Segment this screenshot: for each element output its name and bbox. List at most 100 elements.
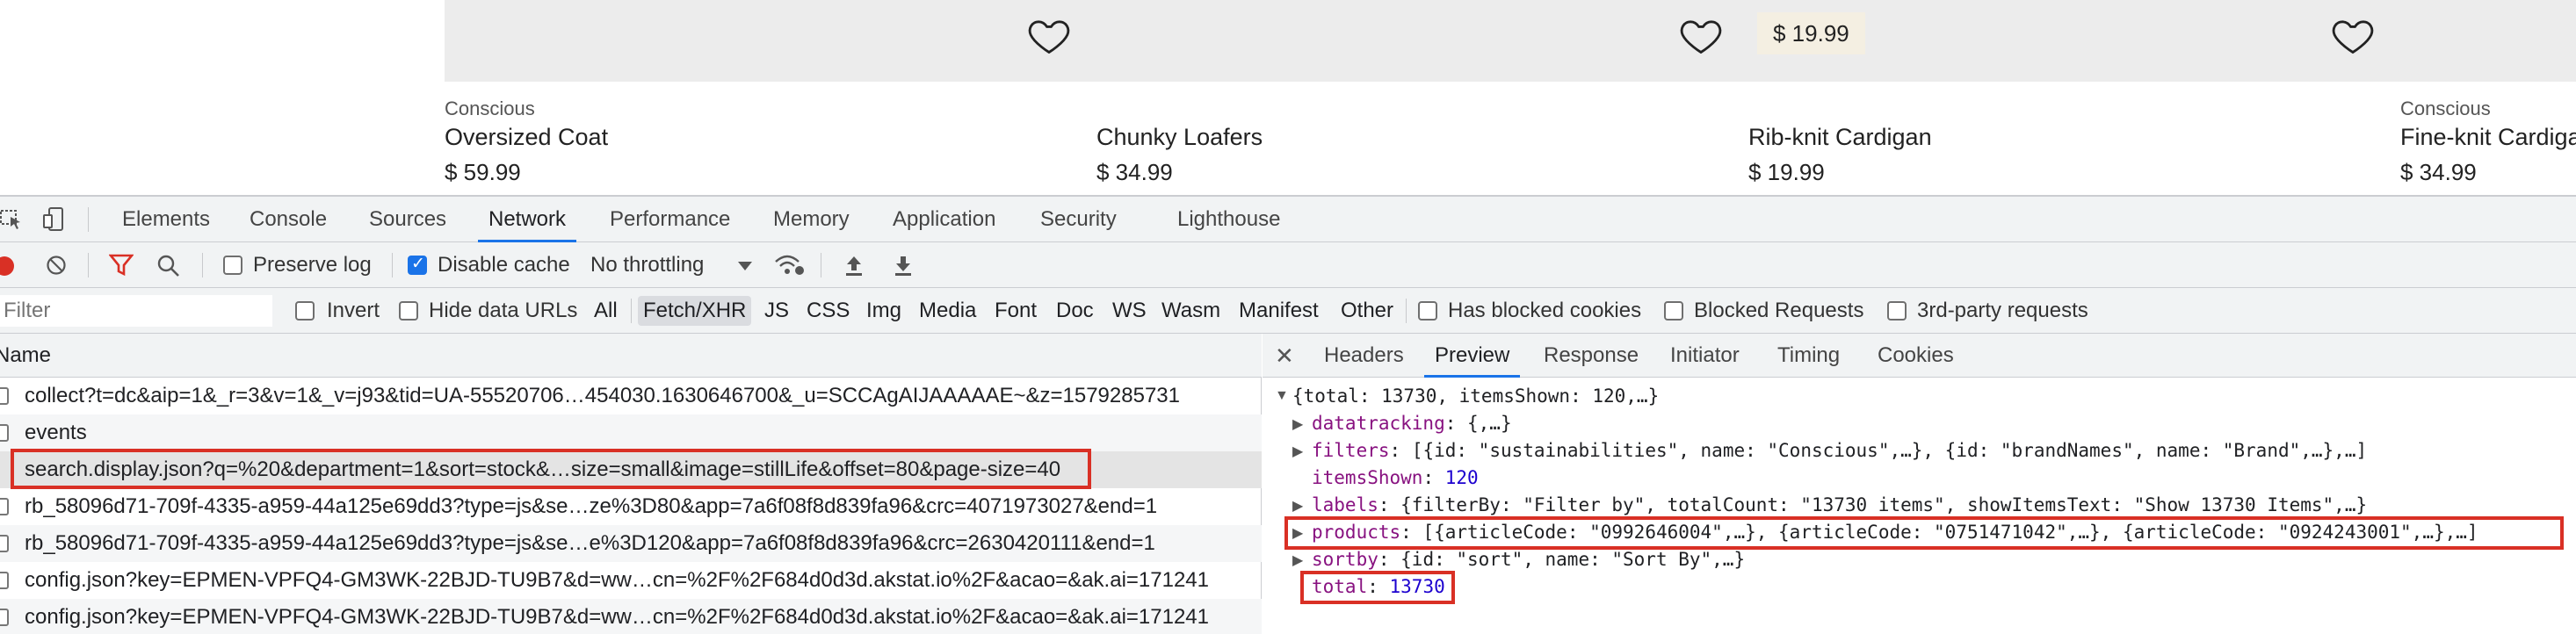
- product-image[interactable]: [2400, 0, 2576, 82]
- product-image[interactable]: [1096, 0, 1750, 82]
- tab-headers[interactable]: Headers: [1324, 334, 1404, 378]
- device-toolbar-icon[interactable]: [42, 206, 65, 233]
- inspect-element-icon[interactable]: [0, 208, 23, 231]
- json-property[interactable]: itemsShown: 120: [1312, 465, 1479, 492]
- request-list-header[interactable]: Name: [0, 334, 1262, 378]
- product-name[interactable]: Rib-knit Cardigan: [1748, 124, 1932, 151]
- type-filter-fetch-xhr[interactable]: Fetch/XHR: [638, 296, 752, 326]
- column-name-header[interactable]: Name: [0, 334, 51, 378]
- network-conditions-icon[interactable]: [773, 253, 805, 277]
- disable-cache-label[interactable]: Disable cache: [438, 242, 570, 288]
- has-blocked-cookies-label[interactable]: Has blocked cookies: [1448, 288, 1641, 334]
- invert-label[interactable]: Invert: [327, 288, 380, 334]
- preserve-log-label[interactable]: Preserve log: [253, 242, 372, 288]
- json-property[interactable]: datatracking: {,…}: [1312, 410, 1512, 437]
- tab-performance[interactable]: Performance: [610, 197, 730, 242]
- product-card[interactable]: $ 19.99 Rib-knit Cardigan $ 19.99: [1748, 0, 2402, 195]
- third-party-label[interactable]: 3rd-party requests: [1917, 288, 2088, 334]
- record-icon[interactable]: [0, 256, 14, 276]
- request-checkbox[interactable]: [0, 609, 9, 626]
- network-filterbar: Invert Hide data URLs All Fetch/XHR JS C…: [0, 288, 2576, 334]
- request-name[interactable]: rb_58096d71-709f-4335-a959-44a125e69dd3?…: [25, 525, 1155, 562]
- type-filter-wasm[interactable]: Wasm: [1156, 296, 1226, 326]
- json-property[interactable]: labels: {filterBy: "Filter by", totalCou…: [1312, 492, 2367, 519]
- product-card[interactable]: Chunky Loafers $ 34.99: [1096, 0, 1750, 195]
- preserve-log-checkbox[interactable]: [223, 256, 242, 275]
- blocked-requests-checkbox[interactable]: [1664, 301, 1683, 321]
- type-filter-css[interactable]: CSS: [801, 296, 855, 326]
- type-filter-font[interactable]: Font: [989, 296, 1042, 326]
- favorite-heart-icon[interactable]: [1678, 12, 1724, 58]
- tab-elements[interactable]: Elements: [122, 197, 210, 242]
- type-filter-ws[interactable]: WS: [1107, 296, 1152, 326]
- tab-timing[interactable]: Timing: [1777, 334, 1840, 378]
- json-property[interactable]: sortby: {id: "sort", name: "Sort By",…}: [1312, 546, 1745, 573]
- filter-icon[interactable]: [108, 254, 134, 277]
- json-root[interactable]: {total: 13730, itemsShown: 120,…}: [1292, 383, 1659, 410]
- tab-initiator[interactable]: Initiator: [1670, 334, 1740, 378]
- product-card[interactable]: Conscious Fine-knit Cardigan $ 34.99: [2400, 0, 2576, 195]
- blocked-requests-label[interactable]: Blocked Requests: [1694, 288, 1863, 334]
- favorite-heart-icon[interactable]: [1026, 12, 1072, 58]
- type-filter-doc[interactable]: Doc: [1051, 296, 1099, 326]
- tab-cookies[interactable]: Cookies: [1878, 334, 1954, 378]
- request-row[interactable]: collect?t=dc&aip=1&_r=3&v=1&_v=j93&tid=U…: [0, 378, 1262, 414]
- tab-network[interactable]: Network: [477, 197, 577, 242]
- expand-triangle-icon[interactable]: ▶: [1292, 415, 1303, 433]
- collapse-triangle-icon[interactable]: ▼: [1275, 388, 1289, 404]
- request-row[interactable]: rb_58096d71-709f-4335-a959-44a125e69dd3?…: [0, 525, 1262, 562]
- request-row[interactable]: config.json?key=EPMEN-VPFQ4-GM3WK-22BJD-…: [0, 562, 1262, 599]
- request-row[interactable]: config.json?key=EPMEN-VPFQ4-GM3WK-22BJD-…: [0, 599, 1262, 634]
- json-property[interactable]: filters: [{id: "sustainabilities", name:…: [1312, 437, 2367, 465]
- tab-console[interactable]: Console: [250, 197, 327, 242]
- request-name[interactable]: collect?t=dc&aip=1&_r=3&v=1&_v=j93&tid=U…: [25, 378, 1180, 414]
- filter-input[interactable]: [0, 295, 272, 327]
- tab-memory[interactable]: Memory: [773, 197, 850, 242]
- product-name[interactable]: Oversized Coat: [445, 124, 608, 151]
- has-blocked-cookies-checkbox[interactable]: [1418, 301, 1437, 321]
- product-name[interactable]: Chunky Loafers: [1096, 124, 1263, 151]
- tab-sources[interactable]: Sources: [369, 197, 446, 242]
- tab-preview[interactable]: Preview: [1423, 334, 1521, 378]
- invert-checkbox[interactable]: [295, 301, 315, 321]
- chevron-down-icon[interactable]: [738, 262, 752, 270]
- request-name[interactable]: config.json?key=EPMEN-VPFQ4-GM3WK-22BJD-…: [25, 562, 1209, 599]
- request-checkbox[interactable]: [0, 387, 9, 405]
- type-filter-media[interactable]: Media: [914, 296, 981, 326]
- tab-security[interactable]: Security: [1040, 197, 1117, 242]
- type-filter-all[interactable]: All: [589, 296, 623, 326]
- hide-data-urls-label[interactable]: Hide data URLs: [429, 288, 577, 334]
- request-checkbox[interactable]: [0, 535, 9, 552]
- tab-lighthouse[interactable]: Lighthouse: [1177, 197, 1280, 242]
- request-checkbox[interactable]: [0, 424, 9, 442]
- request-name[interactable]: config.json?key=EPMEN-VPFQ4-GM3WK-22BJD-…: [25, 599, 1209, 634]
- tab-response[interactable]: Response: [1544, 334, 1639, 378]
- type-filter-manifest[interactable]: Manifest: [1234, 296, 1324, 326]
- request-checkbox[interactable]: [0, 498, 9, 515]
- expand-triangle-icon[interactable]: ▶: [1292, 497, 1303, 515]
- third-party-checkbox[interactable]: [1887, 301, 1907, 321]
- request-checkbox[interactable]: [0, 572, 9, 589]
- clear-icon[interactable]: [46, 255, 67, 276]
- product-image[interactable]: [445, 0, 1098, 82]
- expand-triangle-icon[interactable]: ▶: [1292, 551, 1303, 569]
- type-filter-other[interactable]: Other: [1335, 296, 1399, 326]
- request-name[interactable]: events: [25, 414, 87, 451]
- type-filter-js[interactable]: JS: [759, 296, 794, 326]
- product-name[interactable]: Fine-knit Cardigan: [2400, 124, 2576, 151]
- disable-cache-checkbox[interactable]: [408, 254, 427, 275]
- close-icon[interactable]: ✕: [1275, 334, 1294, 378]
- favorite-heart-icon[interactable]: [2330, 12, 2376, 58]
- search-icon[interactable]: [156, 254, 181, 278]
- expand-triangle-icon[interactable]: ▶: [1292, 443, 1303, 460]
- export-har-icon[interactable]: [893, 253, 914, 277]
- tab-application[interactable]: Application: [893, 197, 995, 242]
- request-name[interactable]: rb_58096d71-709f-4335-a959-44a125e69dd3?…: [25, 488, 1157, 525]
- product-card[interactable]: Conscious Oversized Coat $ 59.99: [445, 0, 1098, 195]
- request-row[interactable]: events: [0, 414, 1262, 451]
- import-har-icon[interactable]: [843, 253, 865, 277]
- hide-data-urls-checkbox[interactable]: [399, 301, 418, 321]
- request-row[interactable]: rb_58096d71-709f-4335-a959-44a125e69dd3?…: [0, 488, 1262, 525]
- throttling-select[interactable]: No throttling: [590, 242, 704, 288]
- type-filter-img[interactable]: Img: [861, 296, 907, 326]
